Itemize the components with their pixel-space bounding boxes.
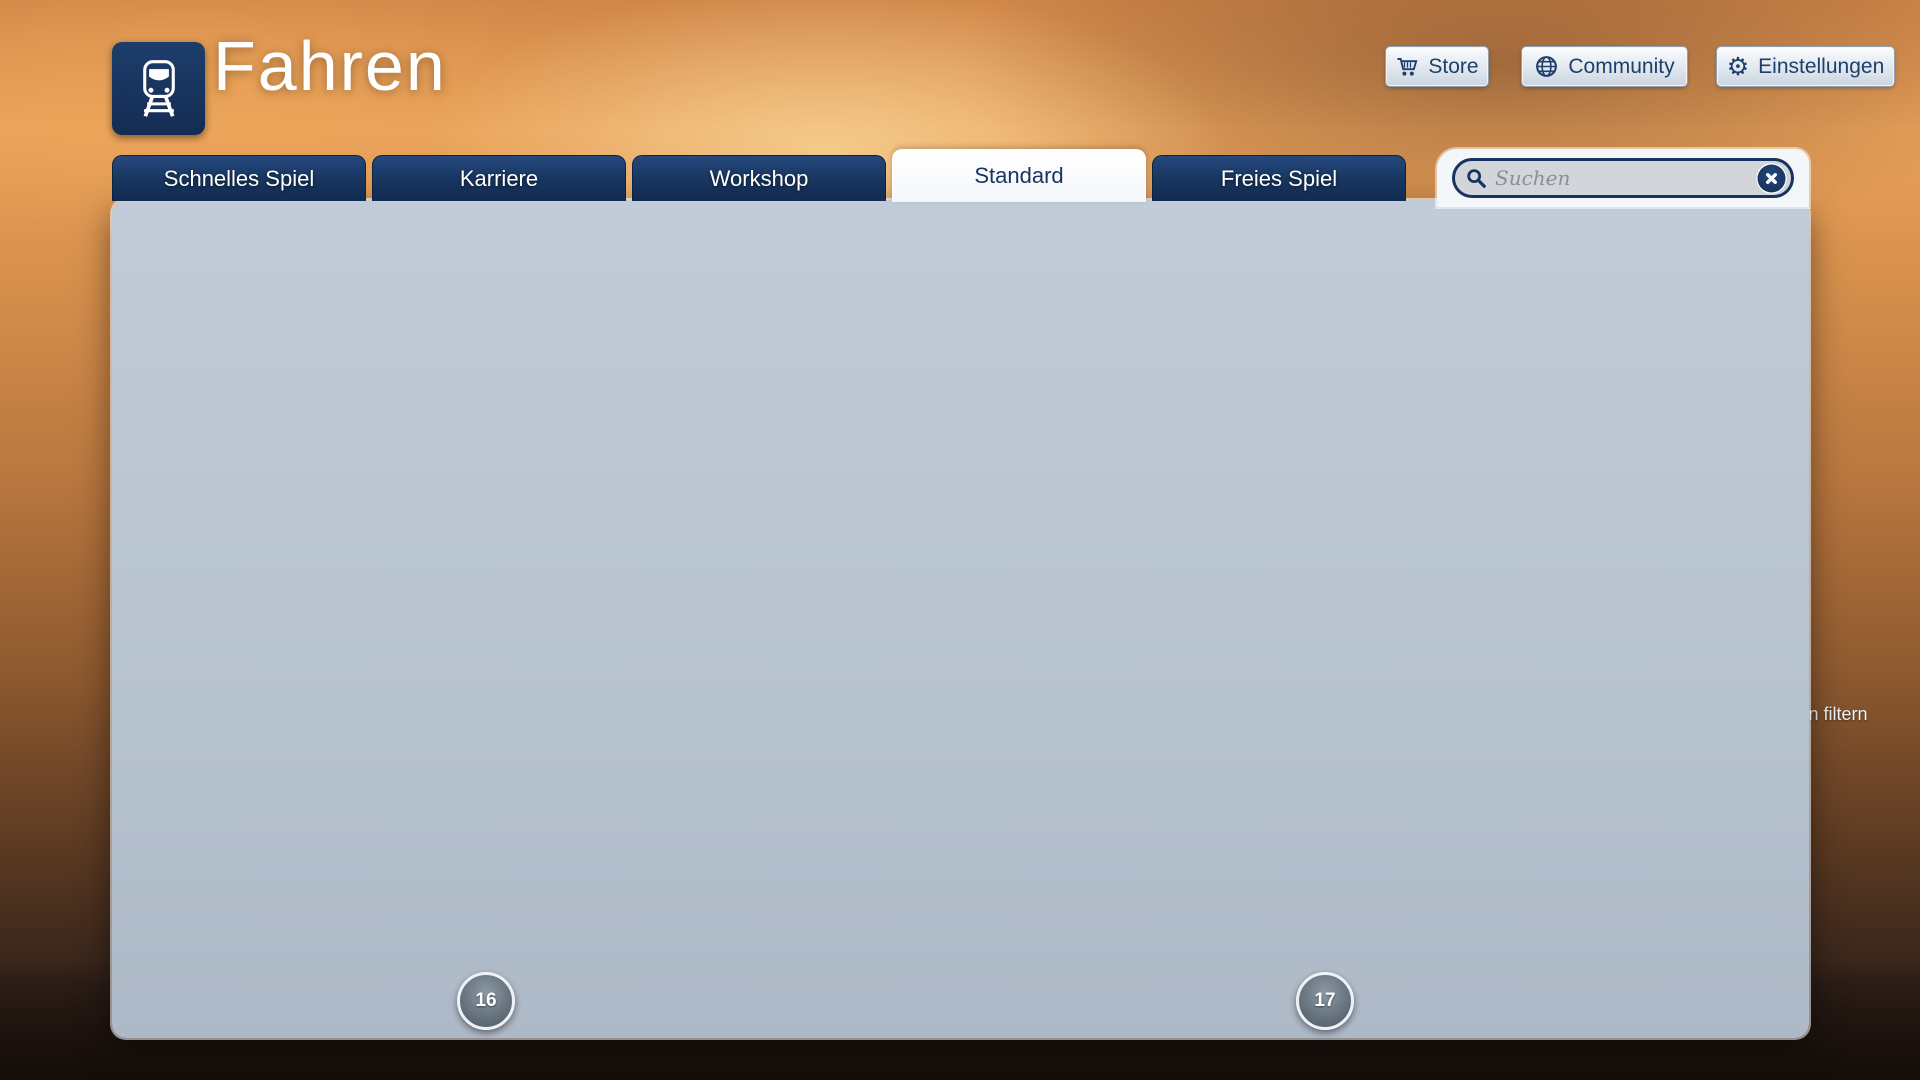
tab-label: Karriere [460,166,538,192]
community-label: Community [1568,55,1674,79]
search-field[interactable] [1452,158,1794,198]
settings-button[interactable]: ⚙ Einstellungen [1717,47,1894,86]
tab-label: Schnelles Spiel [164,166,314,192]
clear-search-button[interactable] [1756,163,1787,194]
slider-left-value: 16 [475,990,496,1012]
slider-right-value: 17 [1314,990,1335,1012]
globe-icon [1534,54,1559,79]
search-input[interactable] [1495,166,1748,190]
train-icon [128,58,190,120]
close-icon [1764,171,1779,186]
community-button[interactable]: Community [1522,47,1687,86]
slider-knob-left[interactable]: 16 [457,972,515,1030]
search-icon [1465,167,1487,189]
tab-workshop[interactable]: Workshop [632,155,886,201]
train-sim-drive-screen: Fahren Store Community ⚙ Einstellungen S… [0,0,1920,1080]
main-panel [112,200,1809,1038]
tab-label: Workshop [710,166,809,192]
app-logo [112,42,205,135]
store-button[interactable]: Store [1386,47,1488,86]
tab-karriere[interactable]: Karriere [372,155,626,201]
tab-schnelles-spiel[interactable]: Schnelles Spiel [112,155,366,201]
settings-label: Einstellungen [1758,55,1884,79]
store-label: Store [1428,55,1478,79]
cart-icon [1395,55,1419,79]
tab-label: Standard [974,163,1063,189]
tab-freies-spiel[interactable]: Freies Spiel [1152,155,1406,201]
tab-label: Freies Spiel [1221,166,1337,192]
tab-standard[interactable]: Standard [892,149,1146,202]
slider-knob-right[interactable]: 17 [1296,972,1354,1030]
gear-icon: ⚙ [1727,54,1749,79]
page-title: Fahren [213,26,447,106]
search-container [1437,149,1809,207]
